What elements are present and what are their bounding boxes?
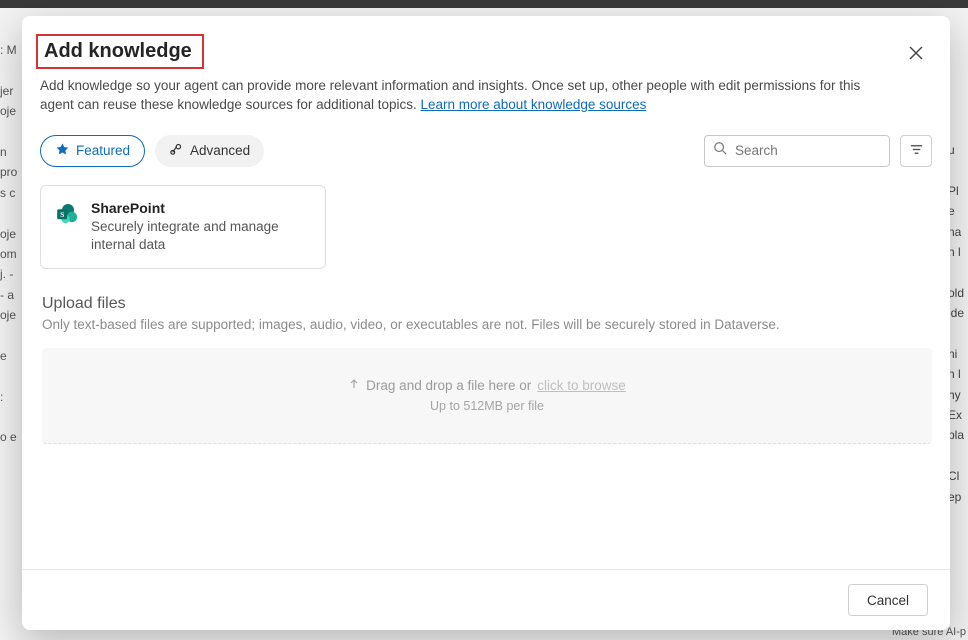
tab-advanced-label: Advanced <box>190 143 250 158</box>
sharepoint-icon: S <box>55 202 79 226</box>
search-input[interactable] <box>733 142 914 159</box>
modal-body-spacer <box>22 444 950 569</box>
click-to-browse-link[interactable]: click to browse <box>537 378 626 393</box>
tab-featured[interactable]: Featured <box>40 135 145 167</box>
modal-backdrop: Add knowledge Add knowledge so your agen… <box>0 0 968 640</box>
cancel-button[interactable]: Cancel <box>848 584 928 616</box>
dropzone-limit: Up to 512MB per file <box>430 399 544 413</box>
tab-advanced[interactable]: Advanced <box>155 135 264 167</box>
upload-title: Upload files <box>42 295 932 313</box>
tab-featured-label: Featured <box>76 143 130 158</box>
svg-text:S: S <box>60 210 64 219</box>
learn-more-link[interactable]: Learn more about knowledge sources <box>421 97 647 112</box>
sharepoint-card[interactable]: S SharePoint Securely integrate and mana… <box>40 185 326 269</box>
close-icon <box>909 46 923 63</box>
search-icon <box>713 141 727 160</box>
filter-button[interactable] <box>900 135 932 167</box>
title-highlight: Add knowledge <box>36 34 204 69</box>
modal-title: Add knowledge <box>44 40 192 62</box>
search-box[interactable] <box>704 135 890 167</box>
toolbar: Featured Advanced <box>22 115 950 167</box>
dropzone-text: Drag and drop a file here or <box>366 378 531 393</box>
modal-header: Add knowledge <box>22 16 950 69</box>
modal-footer: Cancel <box>22 569 950 630</box>
upload-subtitle: Only text-based files are supported; ima… <box>42 317 932 332</box>
upload-section: Upload files Only text-based files are s… <box>22 269 950 332</box>
source-cards-row: S SharePoint Securely integrate and mana… <box>22 167 950 269</box>
connector-icon <box>169 142 184 160</box>
dropzone-line1: Drag and drop a file here or click to br… <box>348 378 626 393</box>
sharepoint-card-text: SharePoint Securely integrate and manage… <box>91 200 311 254</box>
upload-dropzone[interactable]: Drag and drop a file here or click to br… <box>42 348 932 444</box>
sharepoint-card-desc: Securely integrate and manage internal d… <box>91 218 311 254</box>
upload-icon <box>348 378 360 393</box>
filter-icon <box>909 142 924 160</box>
sharepoint-card-title: SharePoint <box>91 200 311 216</box>
close-button[interactable] <box>906 44 926 64</box>
star-icon <box>55 142 70 160</box>
add-knowledge-modal: Add knowledge Add knowledge so your agen… <box>22 16 950 630</box>
modal-subtitle: Add knowledge so your agent can provide … <box>22 69 902 115</box>
